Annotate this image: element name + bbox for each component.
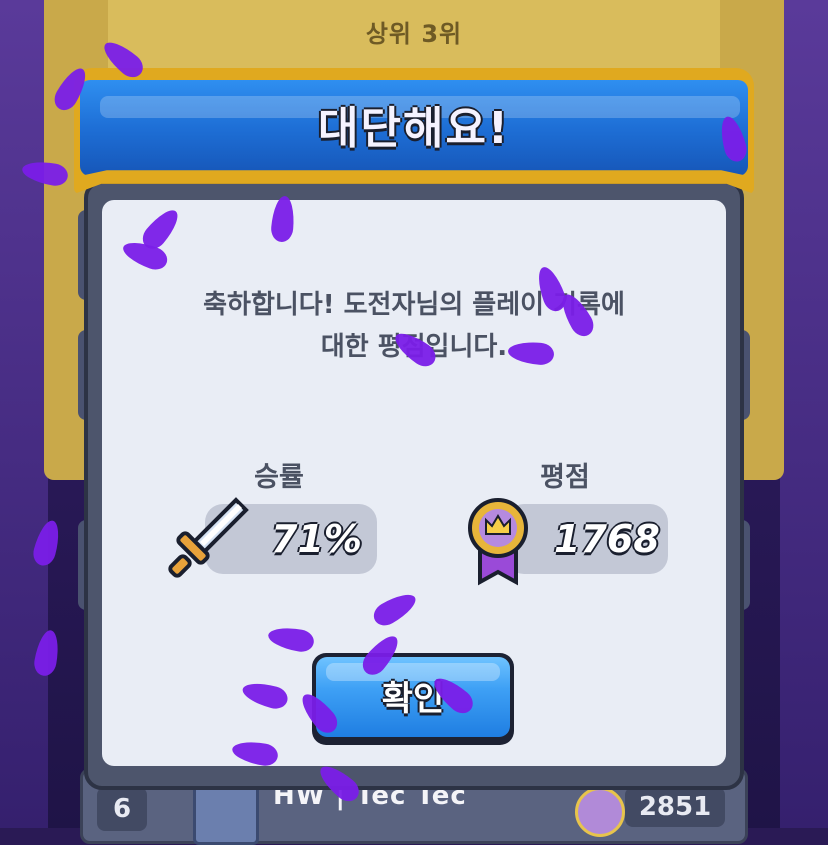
sword-icon — [168, 497, 249, 578]
row-score: 2851 — [625, 787, 725, 827]
row-rank: 6 — [97, 787, 147, 831]
crown-medal-icon — [468, 498, 528, 586]
modal-title: 대단해요! — [318, 103, 510, 154]
rating-label: 평점 — [540, 462, 590, 493]
crown-icon — [575, 787, 625, 837]
win-rate-value: 71% — [271, 517, 362, 561]
title-banner: 대단해요! — [74, 68, 754, 194]
rating-pill: 1768 — [506, 504, 668, 574]
background-right-panel — [780, 0, 828, 828]
confirm-button-label: 확인 — [381, 679, 445, 719]
rank-label: 상위 3위 — [365, 20, 463, 48]
rating-value: 1768 — [554, 517, 660, 561]
confirm-button[interactable]: 확인 — [312, 653, 514, 745]
win-rate-label: 승률 — [254, 462, 304, 493]
background-left-panel — [0, 0, 48, 828]
